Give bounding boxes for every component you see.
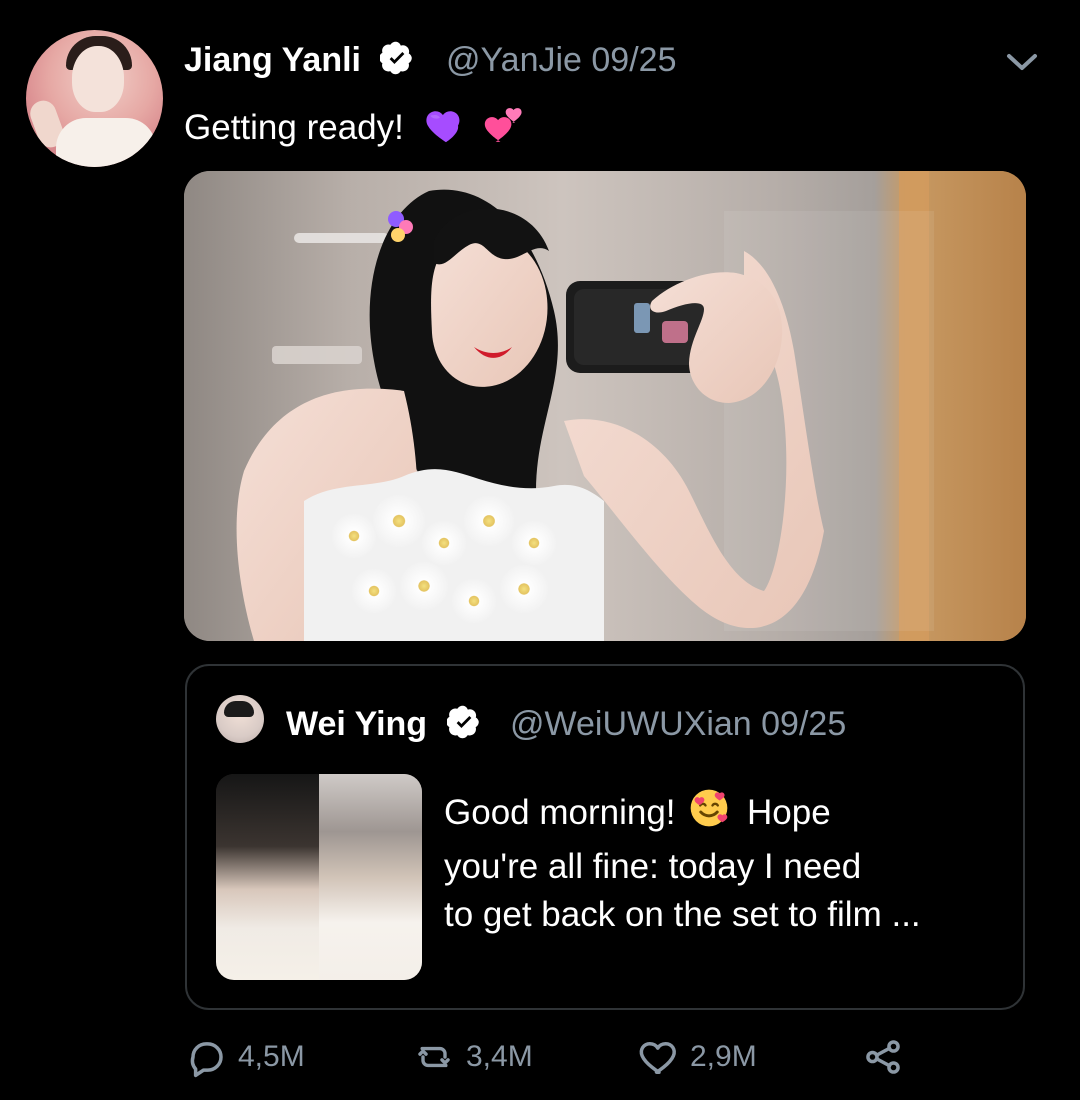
quoted-text-line-3: to get back on the set to film ... xyxy=(444,895,921,934)
tweet-actions: 4,5M 3,4M 2,9M xyxy=(186,1033,946,1081)
retweet-count: 3,4M xyxy=(466,1040,533,1073)
phone-sticker-1 xyxy=(634,303,650,333)
avatar-shirt xyxy=(56,118,156,167)
share-icon xyxy=(862,1036,904,1078)
two-hearts-icon xyxy=(483,104,527,155)
retweet-action[interactable]: 3,4M xyxy=(412,1033,533,1081)
smiling-face-with-hearts-icon xyxy=(687,786,731,843)
post-text: Getting ready! xyxy=(184,104,527,155)
reply-icon xyxy=(186,1036,228,1078)
heart-icon xyxy=(638,1036,680,1078)
quoted-text-line-2: you're all fine: today I need xyxy=(444,847,862,886)
author-handle-and-date[interactable]: @YanJie 09/25 xyxy=(446,40,676,80)
quoted-photo[interactable] xyxy=(216,774,422,980)
shelf xyxy=(272,346,362,364)
purple-heart-icon xyxy=(424,104,468,155)
author-avatar[interactable] xyxy=(26,30,163,167)
verified-badge-icon xyxy=(445,705,481,748)
retweet-icon xyxy=(412,1036,456,1078)
towel-bar xyxy=(294,233,389,243)
reply-count: 4,5M xyxy=(238,1040,305,1073)
quoted-text: Good morning! Hope you're all fine: toda… xyxy=(444,786,1004,939)
quoted-text-line-1: Good morning! Hope xyxy=(444,786,1004,843)
share-action[interactable] xyxy=(862,1033,904,1081)
post-photo[interactable] xyxy=(184,171,1026,641)
quoted-author-name[interactable]: Wei Ying xyxy=(286,704,481,748)
reply-action[interactable]: 4,5M xyxy=(186,1033,305,1081)
avatar-face xyxy=(72,46,124,112)
author-name[interactable]: Jiang Yanli xyxy=(184,40,414,84)
quoted-author-handle-and-date[interactable]: @WeiUWUXian 09/25 xyxy=(510,704,846,744)
quoted-author-avatar[interactable] xyxy=(216,695,264,743)
like-action[interactable]: 2,9M xyxy=(638,1033,757,1081)
quoted-avatar-hair xyxy=(224,701,254,717)
like-count: 2,9M xyxy=(690,1040,757,1073)
chevron-down-icon[interactable] xyxy=(1003,50,1041,79)
quoted-photo-right xyxy=(319,774,422,980)
quoted-photo-left xyxy=(216,774,319,980)
verified-badge-icon xyxy=(379,41,414,84)
phone-sticker-2 xyxy=(662,321,688,343)
